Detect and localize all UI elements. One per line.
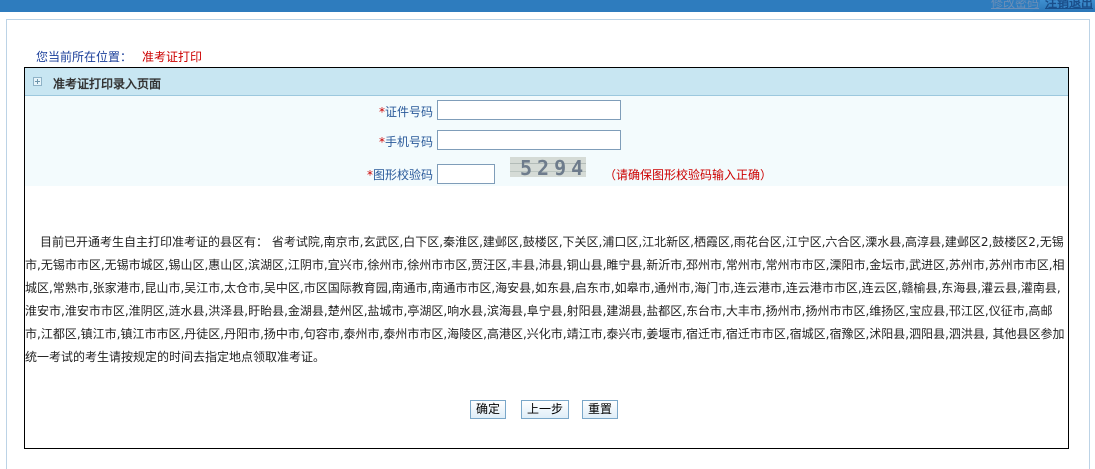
phone-label: *手机号码 [378, 135, 433, 149]
breadcrumb-label: 您当前所在位置： [36, 50, 133, 64]
header-curve [0, 0, 1040, 12]
captcha-hint: （请确保图形校验码输入正确） [604, 168, 773, 182]
captcha-image[interactable]: 5294 [510, 157, 586, 177]
id-row: *证件号码 [300, 100, 433, 122]
breadcrumb-current: 准考证打印 [142, 50, 203, 64]
breadcrumb: 您当前所在位置： 准考证打印 [36, 48, 202, 65]
id-number-input[interactable] [437, 100, 621, 120]
confirm-button[interactable]: 确定 [470, 400, 507, 419]
logout-link[interactable]: 注销退出 [1045, 0, 1093, 11]
panel-header: 准考证打印录入页面 [25, 68, 1068, 96]
captcha-text: 5294 [520, 157, 586, 177]
prev-step-button[interactable]: 上一步 [521, 400, 570, 419]
header-links: 修改密码 注销退出 [895, 0, 1095, 10]
captcha-label: *图形校验码 [366, 168, 433, 182]
phone-input[interactable] [437, 130, 621, 150]
phone-row: *手机号码 [300, 130, 433, 152]
captcha-input[interactable] [437, 164, 495, 184]
change-password-link[interactable]: 修改密码 [991, 0, 1039, 11]
notice-text: 目前已开通考生自主打印准考证的县区有： 省考试院,南京市,玄武区,白下区,秦淮区… [25, 235, 1065, 364]
expand-icon[interactable] [33, 77, 42, 86]
reset-button[interactable]: 重置 [582, 400, 619, 419]
id-label: *证件号码 [378, 105, 433, 119]
captcha-row: *图形校验码 [300, 163, 433, 185]
panel-title: 准考证打印录入页面 [53, 77, 162, 91]
